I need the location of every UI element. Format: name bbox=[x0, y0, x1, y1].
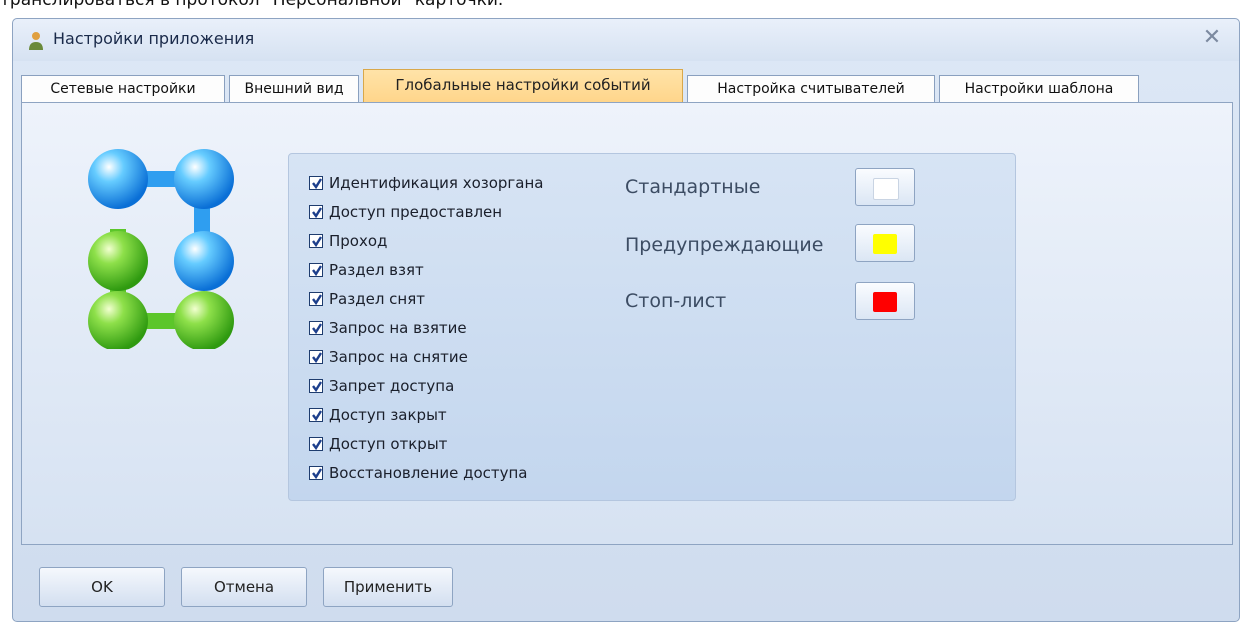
settings-dialog: Настройки приложения ✕ Сетевые настройки… bbox=[12, 18, 1240, 622]
checkbox-checked-icon[interactable] bbox=[309, 379, 323, 393]
tab-template-settings[interactable]: Настройки шаблона bbox=[939, 75, 1139, 102]
checkbox-checked-icon[interactable] bbox=[309, 234, 323, 248]
color-swatch-standard bbox=[873, 178, 899, 200]
checkbox-checked-icon[interactable] bbox=[309, 176, 323, 190]
event-settings-group: Идентификация хозоргана Доступ предостав… bbox=[288, 153, 1016, 501]
color-label-warning: Предупреждающие bbox=[625, 234, 824, 256]
apply-button[interactable]: Применить bbox=[323, 567, 453, 607]
checkbox-checked-icon[interactable] bbox=[309, 350, 323, 364]
document-text: транслироваться в протокол "Персональной… bbox=[0, 0, 504, 10]
checkbox-label: Доступ открыт bbox=[329, 435, 448, 453]
checkbox-access-opened[interactable]: Доступ открыт bbox=[309, 431, 447, 457]
checkbox-checked-icon[interactable] bbox=[309, 437, 323, 451]
color-button-standard[interactable] bbox=[855, 168, 915, 206]
tab-strip: Сетевые настройки Внешний вид Глобальные… bbox=[21, 69, 1231, 103]
checkbox-label: Идентификация хозоргана bbox=[329, 174, 544, 192]
tab-appearance[interactable]: Внешний вид bbox=[229, 75, 359, 102]
checkbox-label: Проход bbox=[329, 232, 388, 250]
color-swatch-warning bbox=[873, 234, 897, 254]
checkbox-label: Доступ предоставлен bbox=[329, 203, 503, 221]
color-button-warning[interactable] bbox=[855, 224, 915, 262]
checkbox-identification[interactable]: Идентификация хозоргана bbox=[309, 170, 544, 196]
checkbox-label: Восстановление доступа bbox=[329, 464, 528, 482]
cancel-button[interactable]: Отмена bbox=[181, 567, 307, 607]
checkbox-checked-icon[interactable] bbox=[309, 408, 323, 422]
checkbox-section-disarmed[interactable]: Раздел снят bbox=[309, 286, 425, 312]
checkbox-label: Раздел снят bbox=[329, 290, 425, 308]
user-icon bbox=[29, 32, 43, 50]
checkbox-access-restored[interactable]: Восстановление доступа bbox=[309, 460, 528, 486]
tab-content: Идентификация хозоргана Доступ предостав… bbox=[21, 102, 1233, 545]
tab-global-event-settings[interactable]: Глобальные настройки событий bbox=[363, 69, 683, 103]
checkbox-arm-request[interactable]: Запрос на взятие bbox=[309, 315, 467, 341]
title-bar: Настройки приложения ✕ bbox=[13, 19, 1239, 61]
color-swatch-stoplist bbox=[873, 292, 897, 312]
tab-network-settings[interactable]: Сетевые настройки bbox=[21, 75, 225, 102]
color-label-stoplist: Стоп-лист bbox=[625, 290, 727, 312]
checkbox-label: Запрос на снятие bbox=[329, 348, 468, 366]
checkbox-access-closed[interactable]: Доступ закрыт bbox=[309, 402, 447, 428]
color-label-standard: Стандартные bbox=[625, 176, 761, 198]
checkbox-label: Запрет доступа bbox=[329, 377, 455, 395]
checkbox-access-granted[interactable]: Доступ предоставлен bbox=[309, 199, 502, 225]
checkbox-access-denied[interactable]: Запрет доступа bbox=[309, 373, 454, 399]
close-button[interactable]: ✕ bbox=[1199, 25, 1225, 51]
checkbox-label: Доступ закрыт bbox=[329, 406, 447, 424]
checkbox-label: Запрос на взятие bbox=[329, 319, 467, 337]
checkbox-label: Раздел взят bbox=[329, 261, 424, 279]
checkbox-disarm-request[interactable]: Запрос на снятие bbox=[309, 344, 468, 370]
dialog-title: Настройки приложения bbox=[53, 29, 255, 48]
ok-button[interactable]: OK bbox=[39, 567, 165, 607]
checkbox-checked-icon[interactable] bbox=[309, 205, 323, 219]
color-button-stoplist[interactable] bbox=[855, 282, 915, 320]
checkbox-section-armed[interactable]: Раздел взят bbox=[309, 257, 424, 283]
tab-reader-settings[interactable]: Настройка считывателей bbox=[687, 75, 935, 102]
checkbox-passage[interactable]: Проход bbox=[309, 228, 387, 254]
checkbox-checked-icon[interactable] bbox=[309, 263, 323, 277]
dialog-footer: OK Отмена Применить bbox=[13, 547, 1239, 619]
molecule-logo-icon bbox=[88, 149, 234, 349]
checkbox-checked-icon[interactable] bbox=[309, 466, 323, 480]
checkbox-checked-icon[interactable] bbox=[309, 292, 323, 306]
checkbox-checked-icon[interactable] bbox=[309, 321, 323, 335]
